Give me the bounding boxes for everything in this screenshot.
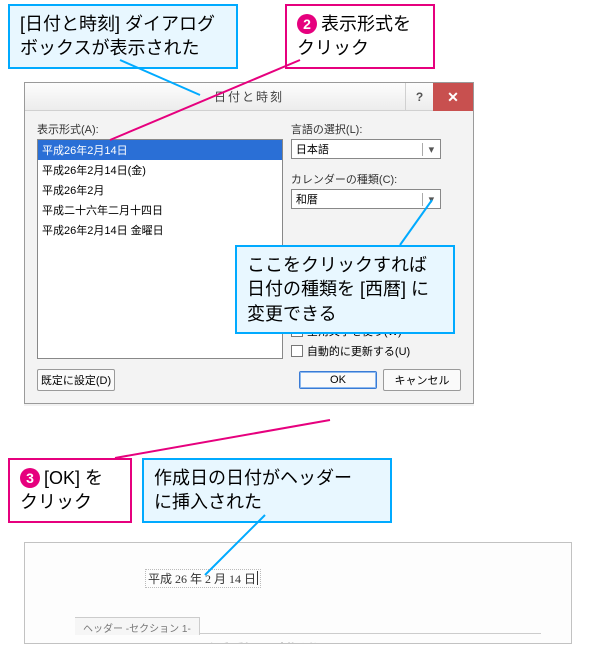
callout-text: ここをクリックすれば 日付の種類を [西暦] に 変更できる — [247, 255, 429, 324]
callout-click-ok: 3[OK] を クリック — [8, 458, 132, 523]
format-option[interactable]: 平成26年2月 — [38, 180, 282, 200]
callout-dialog-shown: [日付と時刻] ダイアログ ボックスが表示された — [8, 4, 238, 69]
callout-date-inserted: 作成日の日付がヘッダー に挿入された — [142, 458, 392, 523]
format-option[interactable]: 平成二十六年二月十四日 — [38, 200, 282, 220]
autoupdate-checkbox[interactable]: 自動的に更新する(U) — [291, 343, 461, 359]
header-date-text: 平成 26 年 2 月 14 日 — [148, 572, 256, 586]
format-label: 表示形式(A): — [37, 121, 283, 137]
step-number-3: 3 — [20, 468, 40, 488]
format-option[interactable]: 平成26年2月14日 金曜日 — [38, 220, 282, 240]
language-label: 言語の選択(L): — [291, 121, 461, 137]
calendar-type-dropdown[interactable]: 和暦 ▾ — [291, 189, 441, 209]
date-time-dialog: 日付と時刻 ? ✕ 表示形式(A): 平成26年2月14日 平成26年2月14日… — [24, 82, 474, 404]
ok-button[interactable]: OK — [299, 371, 377, 389]
header-date: 平成 26 年 2 月 14 日 — [145, 569, 261, 588]
calendar-type-value: 和暦 — [292, 191, 422, 207]
callout-click-format: 2表示形式を クリック — [285, 4, 435, 69]
format-option[interactable]: 平成26年2月14日 — [38, 140, 282, 160]
document-preview: 平成 26 年 2 月 14 日 ヘッダー -セクション 1- QC サークル活… — [24, 542, 572, 644]
set-default-button[interactable]: 既定に設定(D) — [37, 369, 115, 391]
text-cursor — [257, 571, 258, 585]
callout-text: 作成日の日付がヘッダー に挿入された — [154, 468, 352, 512]
header-section-tab: ヘッダー -セクション 1- — [75, 617, 200, 635]
titlebar: 日付と時刻 ? ✕ — [25, 83, 473, 111]
step-number-2: 2 — [297, 14, 317, 34]
close-button[interactable]: ✕ — [433, 83, 473, 111]
cancel-button[interactable]: キャンセル — [383, 369, 461, 391]
format-option[interactable]: 平成26年2月14日(金) — [38, 160, 282, 180]
help-button[interactable]: ? — [405, 83, 433, 111]
calendar-type-label: カレンダーの種類(C): — [291, 171, 461, 187]
language-dropdown[interactable]: 日本語 ▾ — [291, 139, 441, 159]
checkbox-box — [291, 345, 303, 357]
checkbox-label: 自動的に更新する(U) — [307, 343, 410, 359]
callout-calendar-tip: ここをクリックすれば 日付の種類を [西暦] に 変更できる — [235, 245, 455, 334]
chevron-down-icon: ▾ — [422, 143, 440, 156]
chevron-down-icon: ▾ — [422, 193, 440, 206]
callout-text: [日付と時刻] ダイアログ ボックスが表示された — [20, 14, 215, 58]
language-value: 日本語 — [292, 141, 422, 157]
